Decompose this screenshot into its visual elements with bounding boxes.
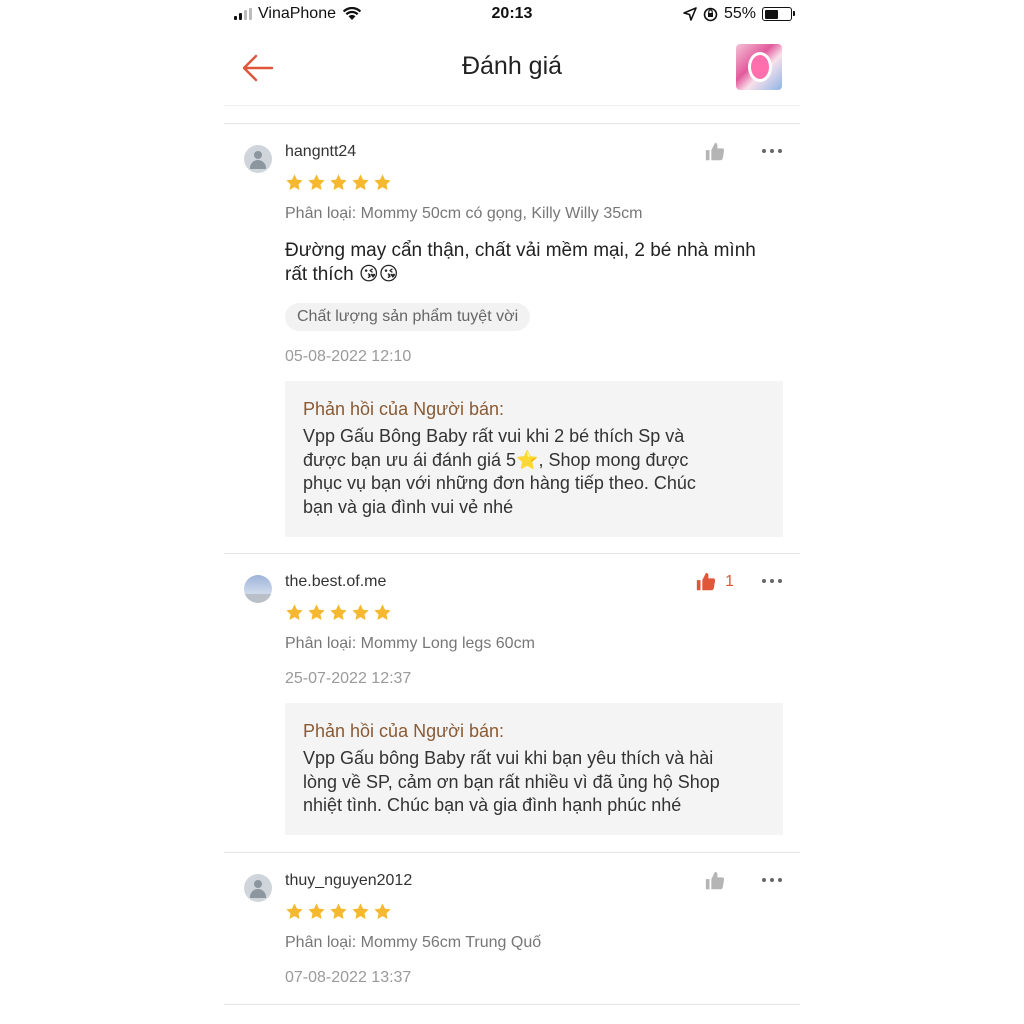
more-options-icon[interactable]: [762, 147, 782, 155]
star-icon: [286, 174, 303, 190]
status-right: 55%: [683, 5, 795, 23]
star-icon: [352, 903, 369, 919]
avatar: [244, 575, 272, 603]
star-icon: [330, 903, 347, 919]
avatar: [244, 874, 272, 902]
review-username: thuy_nguyen2012: [285, 872, 413, 889]
seller-reply: Phản hồi của Người bán: Vpp Gấu bông Bab…: [285, 703, 783, 835]
review-variant: Phân loại: Mommy 56cm Trung Quố: [285, 934, 542, 951]
review-date: 05-08-2022 12:10: [285, 348, 412, 365]
star-icon: [330, 174, 347, 190]
rating-stars: [285, 603, 392, 622]
star-icon: [286, 903, 303, 919]
star-icon: [330, 604, 347, 620]
status-bar: VinaPhone 20:13 55%: [224, 0, 800, 30]
avatar: [244, 145, 272, 173]
like-button[interactable]: [704, 870, 734, 892]
seller-reply-title: Phản hồi của Người bán:: [303, 721, 504, 741]
star-icon: [352, 174, 369, 190]
seller-reply-line: được bạn ưu ái đánh giá 5⭐, Shop mong đư…: [303, 449, 689, 470]
review-item: the.best.of.me 1 Phân loại: Mommy Long l…: [224, 555, 800, 853]
page-title: Đánh giá: [461, 52, 563, 80]
star-icon: [374, 604, 391, 620]
review-item: thuy_nguyen2012 Phân loại: Mommy 56cm Tr…: [224, 854, 800, 1005]
battery-percent: 55%: [723, 5, 756, 22]
review-item: hangntt24 Phân loại: Mommy 50cm có gọng,…: [224, 125, 800, 554]
seller-reply: Phản hồi của Người bán: Vpp Gấu Bông Bab…: [285, 381, 783, 537]
seller-reply-line: bạn và gia đình vui vẻ nhé: [303, 496, 514, 517]
star-icon: [374, 903, 391, 919]
seller-reply-line: nhiệt tình. Chúc bạn và gia đình hạnh ph…: [303, 795, 682, 815]
location-icon: [683, 7, 697, 21]
phone-screen: VinaPhone 20:13 55% Đánh giá hangntt24 P…: [224, 0, 800, 1024]
seller-reply-text: Vpp Gấu Bông Baby rất vui khi 2 bé thích…: [303, 425, 765, 519]
star-icon: [374, 174, 391, 190]
product-thumbnail[interactable]: [736, 44, 782, 90]
star-icon: [308, 174, 325, 190]
seller-reply-text: Vpp Gấu bông Baby rất vui khi bạn yêu th…: [303, 747, 765, 818]
seller-reply-line: lòng về SP, cảm ơn bạn rất nhiều vì đã ủ…: [303, 771, 720, 792]
battery-icon: [762, 7, 795, 21]
review-tag: Chất lượng sản phẩm tuyệt vời: [285, 303, 531, 331]
rating-stars: [285, 173, 392, 192]
review-username: the.best.of.me: [285, 573, 387, 590]
review-date: 07-08-2022 13:37: [285, 969, 412, 986]
review-comment: Đường may cẩn thận, chất vải mềm mại, 2 …: [285, 239, 785, 287]
more-options-icon[interactable]: [762, 876, 782, 884]
seller-reply-line: Vpp Gấu Bông Baby rất vui khi 2 bé thích…: [303, 426, 685, 446]
review-variant: Phân loại: Mommy Long legs 60cm: [285, 635, 535, 652]
seller-reply-title: Phản hồi của Người bán:: [303, 399, 504, 419]
page-header: Đánh giá: [224, 30, 800, 106]
like-button[interactable]: 1: [695, 571, 734, 593]
orientation-lock-icon: [703, 7, 718, 21]
more-options-icon[interactable]: [762, 577, 782, 585]
rating-stars: [285, 902, 392, 921]
thumbs-up-icon: [705, 871, 725, 890]
review-comment-line: Đường may cẩn thận, chất vải mềm mại, 2 …: [285, 240, 756, 261]
thumbs-up-icon: [696, 572, 716, 591]
header-divider: [224, 107, 800, 124]
like-count: 1: [725, 573, 734, 590]
star-icon: [286, 604, 303, 620]
star-icon: [308, 604, 325, 620]
seller-reply-line: Vpp Gấu bông Baby rất vui khi bạn yêu th…: [303, 748, 714, 768]
review-variant: Phân loại: Mommy 50cm có gọng, Killy Wil…: [285, 205, 643, 222]
seller-reply-line: phục vụ bạn với những đơn hàng tiếp theo…: [303, 473, 696, 493]
star-icon: [352, 604, 369, 620]
review-comment-line: rất thích 😘😘: [285, 264, 399, 285]
review-username: hangntt24: [285, 143, 357, 160]
star-icon: [308, 903, 325, 919]
review-date: 25-07-2022 12:37: [285, 670, 412, 687]
like-button[interactable]: [704, 141, 734, 163]
thumbs-up-icon: [705, 142, 725, 161]
